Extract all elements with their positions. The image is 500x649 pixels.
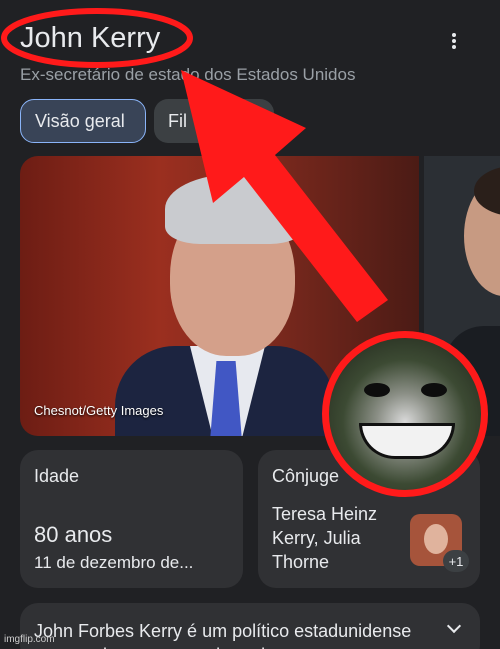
joker-right-eye	[421, 383, 447, 397]
age-card[interactable]: Idade 80 anos 11 de dezembro de...	[20, 450, 243, 588]
photo-hair-shape	[165, 174, 305, 244]
tab-overview[interactable]: Visão geral	[20, 99, 146, 143]
joker-left-eye	[364, 383, 390, 397]
entity-subtitle: Ex-secretário de estado dos Estados Unid…	[20, 65, 356, 84]
more-spouses-badge: +1	[443, 550, 469, 572]
spouse-names: Teresa Heinz Kerry, Julia Thorne	[272, 504, 378, 572]
joker-grin	[359, 423, 455, 459]
birth-date: 11 de dezembro de...	[34, 553, 194, 572]
entity-title: John Kerry	[20, 22, 161, 54]
joker-face-image	[322, 331, 488, 497]
tab-films[interactable]: Fil	[154, 99, 274, 143]
chevron-down-icon[interactable]	[446, 618, 462, 634]
spouse-label: Cônjuge	[272, 466, 340, 486]
age-label: Idade	[34, 466, 80, 486]
more-options-icon[interactable]	[444, 30, 464, 52]
watermark: imgflip.com	[4, 634, 55, 645]
tab-films-label: Fil	[168, 110, 187, 131]
tab-overview-label: Visão geral	[35, 110, 125, 131]
age-value: 80 anos	[34, 522, 113, 547]
description-card[interactable]: John Forbes Kerry é um político estaduni…	[20, 603, 480, 649]
photo-credit: Chesnot/Getty Images	[34, 403, 164, 418]
description-text: John Forbes Kerry é um político estaduni…	[34, 621, 412, 649]
